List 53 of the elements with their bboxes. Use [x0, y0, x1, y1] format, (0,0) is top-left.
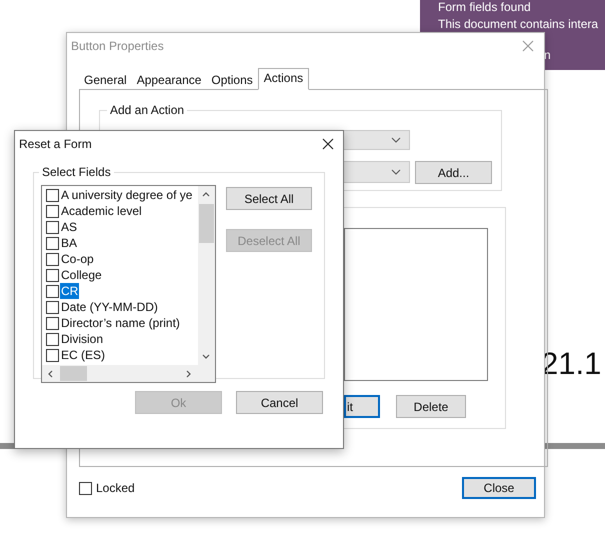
list-item[interactable]: Date (YY-MM-DD): [60, 299, 159, 315]
checkbox[interactable]: [46, 348, 59, 362]
notification-heading: Form fields found: [438, 0, 531, 14]
list-item[interactable]: College: [60, 267, 103, 283]
chevron-right-icon[interactable]: [186, 370, 191, 378]
select-all-button[interactable]: Select All: [226, 187, 312, 210]
horizontal-scrollbar[interactable]: [42, 365, 215, 382]
list-item[interactable]: Academic level: [60, 203, 143, 219]
scroll-thumb[interactable]: [60, 366, 87, 381]
checkbox[interactable]: [79, 482, 92, 494]
checkbox[interactable]: [46, 252, 59, 266]
group-title: Add an Action: [109, 103, 186, 117]
checkbox[interactable]: [46, 268, 59, 282]
edit-button[interactable]: it: [344, 395, 380, 418]
vertical-scrollbar[interactable]: [198, 186, 215, 365]
chevron-down-icon[interactable]: [202, 354, 210, 359]
list-item[interactable]: Director’s name (print): [60, 315, 181, 331]
list-item[interactable]: EC (ES): [60, 347, 106, 363]
window-title: Button Properties: [71, 39, 164, 53]
group-title: Select Fields: [41, 165, 112, 179]
list-item[interactable]: CR: [60, 283, 80, 299]
chevron-down-icon: [391, 169, 401, 175]
chevron-left-icon[interactable]: [48, 370, 53, 378]
scroll-thumb[interactable]: [199, 204, 214, 243]
actions-list[interactable]: [344, 228, 488, 381]
tab[interactable]: Actions: [258, 68, 310, 90]
checkbox[interactable]: [46, 300, 59, 314]
checkbox[interactable]: [46, 284, 59, 298]
checkbox-label: Locked: [96, 481, 135, 495]
cancel-button[interactable]: Cancel: [236, 391, 323, 414]
chevron-up-icon[interactable]: [202, 192, 210, 197]
checkbox[interactable]: [46, 220, 59, 234]
notification-text: n: [544, 48, 551, 62]
list-item[interactable]: AS: [60, 219, 78, 235]
list-item[interactable]: BA: [60, 235, 78, 251]
tab[interactable]: General: [79, 70, 132, 90]
list-item[interactable]: Co-op: [60, 251, 95, 267]
tab[interactable]: Appearance: [132, 70, 206, 90]
close-button[interactable]: Close: [462, 477, 536, 499]
close-icon[interactable]: [322, 138, 334, 150]
checkbox[interactable]: [46, 204, 59, 218]
delete-button[interactable]: Delete: [396, 395, 466, 418]
checkbox[interactable]: [46, 236, 59, 250]
checkbox[interactable]: [46, 316, 59, 330]
checkbox[interactable]: [46, 332, 59, 346]
notification-message: This document contains intera: [438, 17, 598, 31]
add-button[interactable]: Add...: [415, 161, 492, 184]
checkbox[interactable]: [46, 188, 59, 202]
list-item[interactable]: Division: [60, 331, 104, 347]
chevron-down-icon: [391, 137, 401, 143]
tab[interactable]: Options: [206, 70, 258, 90]
list-item[interactable]: A university degree of ye: [60, 187, 194, 203]
window-title: Reset a Form: [19, 137, 92, 151]
